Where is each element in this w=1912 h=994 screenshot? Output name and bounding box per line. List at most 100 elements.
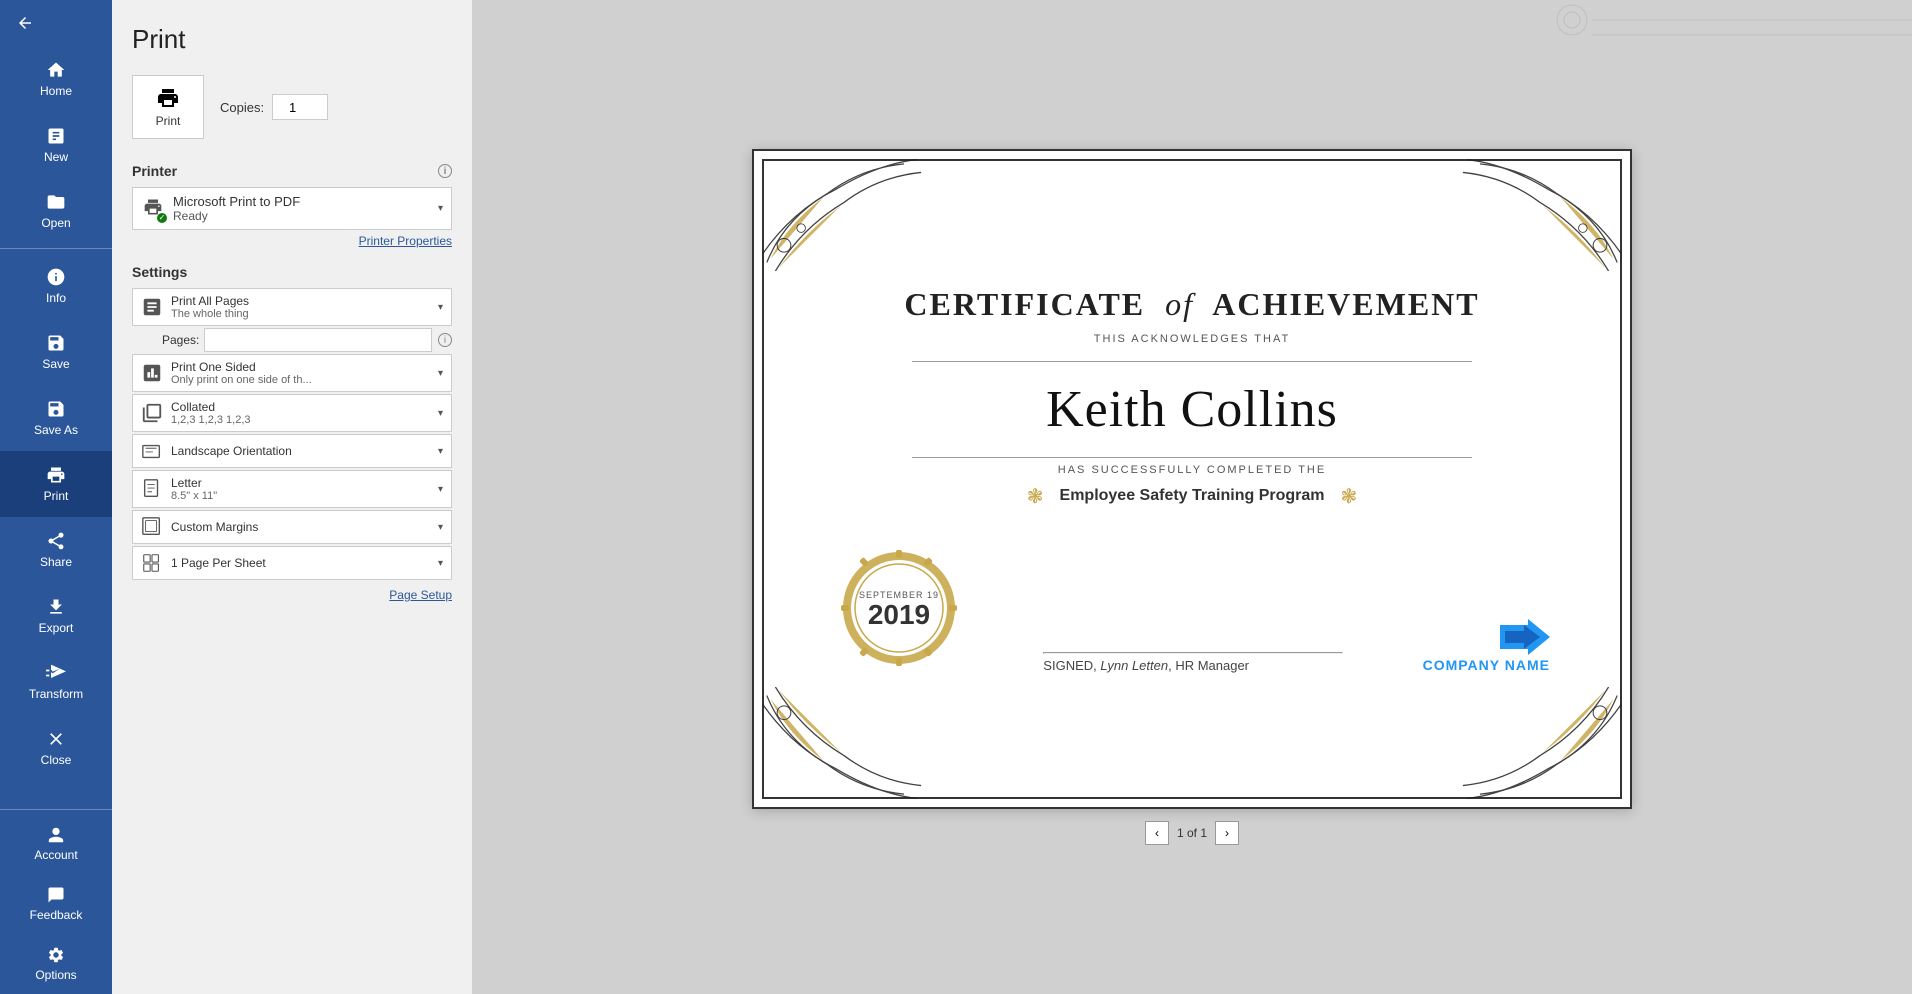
sidebar-item-save-label: Save [42,357,69,371]
sidebar-item-home[interactable]: Home [0,46,112,112]
duplex-sub: Only print on one side of th... [171,374,430,386]
certificate-line-top [912,361,1472,362]
print-range-dropdown[interactable]: Print All Pages The whole thing ▾ [132,288,452,326]
duplex-dropdown[interactable]: Print One Sided Only print on one side o… [132,354,452,392]
background-decoration [1512,0,1912,60]
sidebar-item-share[interactable]: Share [0,517,112,583]
print-range-chevron-icon: ▾ [438,302,443,313]
printer-icon: ✓ [141,197,165,221]
printer-properties-link[interactable]: Printer Properties [132,234,452,248]
printer-ready-check: ✓ [157,213,167,223]
pages-per-sheet-text: 1 Page Per Sheet [171,556,430,570]
certificate-bottom: SEPTEMBER 19 2019 SIGNED, Lynn Letten, H… [804,543,1580,673]
corner-decoration-tl [754,151,934,271]
printer-info-icon[interactable]: i [438,164,452,178]
back-button[interactable] [0,0,112,46]
pages-label: Pages: [162,333,198,347]
certificate-program: Employee Safety Training Program [1060,487,1325,505]
preview-area: CERTIFICATE of ACHIEVEMENT THIS ACKNOWLE… [472,0,1912,994]
print-panel: Print Print Copies: Printer i [112,0,472,994]
sidebar-item-print-label: Print [44,489,69,503]
company-name: COMPANY NAME [1423,657,1550,673]
company-arrow-icon [1500,619,1550,655]
paper-size-chevron-icon: ▾ [438,484,443,495]
copies-row: Copies: [220,94,328,120]
print-button-label: Print [156,114,181,128]
certificate-recipient: Keith Collins [1046,380,1338,439]
sidebar-item-account-label: Account [34,848,77,862]
sidebar-item-options-label: Options [35,968,76,982]
margins-dropdown[interactable]: Custom Margins ▾ [132,510,452,544]
print-button[interactable]: Print [132,75,204,139]
orientation-chevron-icon: ▾ [438,446,443,457]
printer-dropdown[interactable]: ✓ Microsoft Print to PDF Ready ▾ [132,187,452,230]
seal-svg: SEPTEMBER 19 2019 [839,548,959,668]
sidebar-item-save-as[interactable]: Save As [0,385,112,451]
sidebar-item-transform[interactable]: Transform [0,649,112,715]
swirl-right-icon: ❃ [1340,484,1357,509]
sidebar-item-open[interactable]: Open [0,178,112,244]
paper-size-main: Letter [171,476,430,490]
orientation-dropdown[interactable]: Landscape Orientation ▾ [132,434,452,468]
sidebar-item-options[interactable]: Options [0,934,112,994]
copies-input[interactable] [272,94,328,120]
sidebar-item-transform-label: Transform [29,687,83,701]
certificate-preview: CERTIFICATE of ACHIEVEMENT THIS ACKNOWLE… [752,149,1632,809]
margins-main: Custom Margins [171,520,430,534]
sidebar-item-info[interactable]: Info [0,253,112,319]
duplex-text: Print One Sided Only print on one side o… [171,360,430,386]
duplex-main: Print One Sided [171,360,430,374]
sidebar-item-share-label: Share [40,555,72,569]
sidebar-item-save[interactable]: Save [0,319,112,385]
sidebar-item-home-label: Home [40,84,72,98]
pages-info-icon[interactable]: i [438,333,452,347]
certificate-seal: SEPTEMBER 19 2019 [834,543,964,673]
sidebar-item-save-as-label: Save As [34,423,78,437]
paper-size-dropdown[interactable]: Letter 8.5" x 11" ▾ [132,470,452,508]
collate-text: Collated 1,2,3 1,2,3 1,2,3 [171,400,430,426]
settings-section: Settings Print All Pages The whole thing… [132,264,452,602]
pages-per-sheet-dropdown[interactable]: 1 Page Per Sheet ▾ [132,546,452,580]
paper-size-icon [141,478,163,500]
sidebar-item-export-label: Export [39,621,74,635]
pages-input[interactable] [204,328,432,352]
certificate-company: COMPANY NAME [1423,619,1550,673]
sidebar-bottom: Account Feedback Options [0,805,112,994]
sidebar-item-account[interactable]: Account [0,814,112,874]
sidebar-item-close[interactable]: Close [0,715,112,781]
sidebar-item-feedback-label: Feedback [30,908,83,922]
certificate-program-row: ❃ Employee Safety Training Program ❃ [1027,484,1358,509]
next-page-button[interactable]: › [1215,821,1239,845]
settings-section-header: Settings [132,264,452,280]
margins-chevron-icon: ▾ [438,522,443,533]
collate-main: Collated [171,400,430,414]
margins-icon [141,516,163,538]
corner-decoration-tr [1450,151,1630,271]
sidebar-item-close-label: Close [41,753,72,767]
company-logo [1500,619,1550,655]
page-setup-link[interactable]: Page Setup [132,588,452,602]
printer-info: Microsoft Print to PDF Ready [173,194,430,223]
prev-page-button[interactable]: ‹ [1145,821,1169,845]
collate-dropdown[interactable]: Collated 1,2,3 1,2,3 1,2,3 ▾ [132,394,452,432]
svg-text:2019: 2019 [868,599,930,630]
certificate-line-bottom [912,457,1472,458]
printer-section-header: Printer i [132,163,452,179]
sidebar-item-feedback[interactable]: Feedback [0,874,112,934]
collate-sub: 1,2,3 1,2,3 1,2,3 [171,414,430,426]
duplex-icon [141,362,163,384]
sidebar-item-export[interactable]: Export [0,583,112,649]
sidebar-item-new[interactable]: New [0,112,112,178]
pages-per-sheet-icon [141,552,163,574]
paper-size-text: Letter 8.5" x 11" [171,476,430,502]
copies-label: Copies: [220,100,264,115]
orientation-main: Landscape Orientation [171,444,430,458]
signature-text: SIGNED, Lynn Letten, HR Manager [1043,658,1249,673]
corner-decoration-br [1450,687,1630,807]
print-button-row: Print Copies: [132,75,452,139]
printer-status: Ready [173,209,430,223]
collate-icon [141,402,163,424]
print-range-icon [141,296,163,318]
sidebar-item-new-label: New [44,150,68,164]
sidebar-item-print[interactable]: Print [0,451,112,517]
